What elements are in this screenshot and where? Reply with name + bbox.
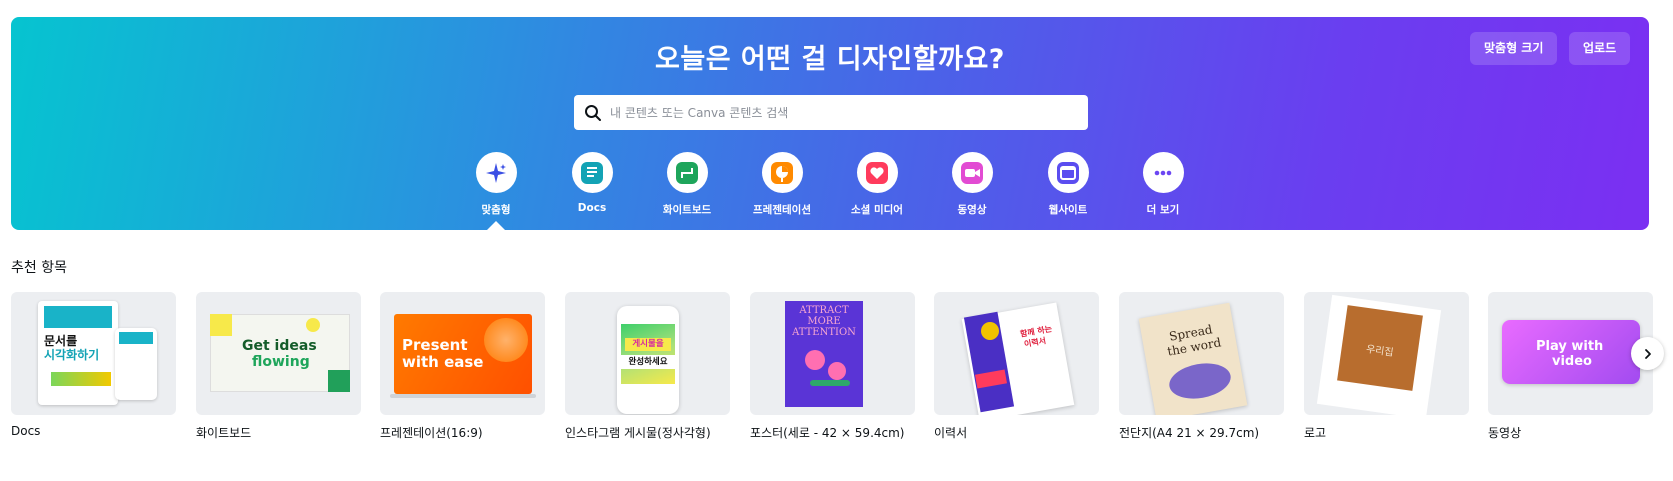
thumb-text: Get ideas — [242, 338, 317, 354]
template-thumbnail: 게시물을 완성하세요 — [565, 292, 730, 415]
template-card-poster[interactable]: ATTRACT MORE ATTENTION 포스터(세로 - 42 × 59.… — [750, 292, 915, 441]
template-label: 이력서 — [934, 426, 968, 440]
thumb-text: 시각화하기 — [44, 348, 100, 362]
template-label: 전단지(A4 21 × 29.7cm) — [1119, 426, 1260, 440]
search-bar[interactable] — [574, 95, 1088, 130]
category-label: 프레젠테이션 — [753, 204, 811, 216]
template-thumbnail: Play with video — [1488, 292, 1653, 415]
thumb-text: MORE — [807, 316, 841, 327]
template-card-instagram-post[interactable]: 게시물을 완성하세요 인스타그램 게시물(정사각형) — [565, 292, 730, 441]
category-label: 웹사이트 — [1048, 204, 1088, 216]
category-bar: 맞춤형 Docs 화이트보드 프레젠테이션 소셜 미디어 동영상 웹사이트 더 … — [11, 152, 1649, 230]
selected-caret — [487, 221, 505, 230]
thumb-text: Present — [402, 336, 468, 354]
template-label: Docs — [11, 424, 41, 438]
category-label: 소셜 미디어 — [851, 204, 903, 216]
custom-size-button[interactable]: 맞춤형 크기 — [1470, 32, 1558, 65]
thumb-text: 게시물을 — [625, 338, 671, 351]
thumb-text: 완성하세요 — [621, 355, 675, 369]
template-thumbnail: 함께 하는 이력서 — [934, 292, 1099, 415]
template-card-resume[interactable]: 함께 하는 이력서 이력서 — [934, 292, 1099, 441]
template-label: 프레젠테이션(16:9) — [380, 426, 483, 440]
template-thumbnail: Present with ease — [380, 292, 545, 415]
category-presentation[interactable]: 프레젠테이션 — [737, 152, 827, 217]
category-label: 화이트보드 — [662, 204, 712, 216]
chevron-right-icon — [1644, 348, 1651, 359]
carousel-next-button[interactable] — [1631, 337, 1664, 370]
website-icon — [1047, 152, 1089, 193]
template-thumbnail: Spread the word — [1119, 292, 1284, 415]
sparkle-icon — [475, 152, 517, 193]
category-video[interactable]: 동영상 — [927, 152, 1017, 217]
category-custom[interactable]: 맞춤형 — [451, 152, 541, 217]
template-label: 인스타그램 게시물(정사각형) — [565, 426, 711, 440]
template-card-flyer[interactable]: Spread the word 전단지(A4 21 × 29.7cm) — [1119, 292, 1284, 441]
template-label: 포스터(세로 - 42 × 59.4cm) — [750, 426, 905, 440]
template-card-docs[interactable]: 문서를 시각화하기 Docs — [11, 292, 176, 438]
category-whiteboard[interactable]: 화이트보드 — [642, 152, 732, 217]
hero-title: 오늘은 어떤 걸 디자인할까요? — [655, 44, 1005, 75]
template-thumbnail: Get ideas flowing — [196, 292, 361, 415]
upload-button[interactable]: 업로드 — [1569, 32, 1631, 65]
thumb-text: ATTENTION — [792, 327, 856, 338]
category-website[interactable]: 웹사이트 — [1023, 152, 1113, 217]
thumb-text: Play with — [1536, 339, 1604, 354]
more-icon — [1142, 152, 1184, 193]
template-card-presentation[interactable]: Present with ease 프레젠테이션(16:9) — [380, 292, 545, 441]
template-card-logo[interactable]: 우리집 로고 — [1304, 292, 1469, 441]
search-icon — [585, 104, 601, 121]
thumb-text: ATTRACT — [799, 305, 849, 316]
thumb-text: with ease — [402, 353, 484, 371]
category-label: 더 보기 — [1146, 204, 1180, 216]
category-docs[interactable]: Docs — [547, 152, 637, 214]
thumb-text: video — [1552, 354, 1592, 369]
hero-banner: 오늘은 어떤 걸 디자인할까요? 맞춤형 크기 업로드 맞춤형 Docs 화이트… — [11, 17, 1649, 230]
template-label: 로고 — [1304, 426, 1327, 440]
section-title: 추천 항목 — [11, 260, 67, 276]
doc-icon — [571, 152, 613, 193]
search-input[interactable] — [610, 105, 1070, 120]
video-icon — [951, 152, 993, 193]
template-card-whiteboard[interactable]: Get ideas flowing 화이트보드 — [196, 292, 361, 441]
whiteboard-icon — [666, 152, 708, 193]
template-thumbnail: 문서를 시각화하기 — [11, 292, 176, 415]
category-more[interactable]: 더 보기 — [1118, 152, 1208, 217]
template-card-video[interactable]: Play with video 동영상 — [1488, 292, 1653, 441]
template-thumbnail: 우리집 — [1304, 292, 1469, 415]
category-label: 맞춤형 — [481, 204, 511, 216]
heart-icon — [856, 152, 898, 193]
category-label: 동영상 — [957, 204, 987, 216]
category-label: Docs — [577, 202, 607, 214]
template-thumbnail: ATTRACT MORE ATTENTION — [750, 292, 915, 415]
template-label: 동영상 — [1488, 426, 1522, 440]
thumb-text: flowing — [252, 354, 310, 370]
category-social-media[interactable]: 소셜 미디어 — [832, 152, 922, 217]
presentation-icon — [761, 152, 803, 193]
template-label: 화이트보드 — [196, 426, 252, 440]
